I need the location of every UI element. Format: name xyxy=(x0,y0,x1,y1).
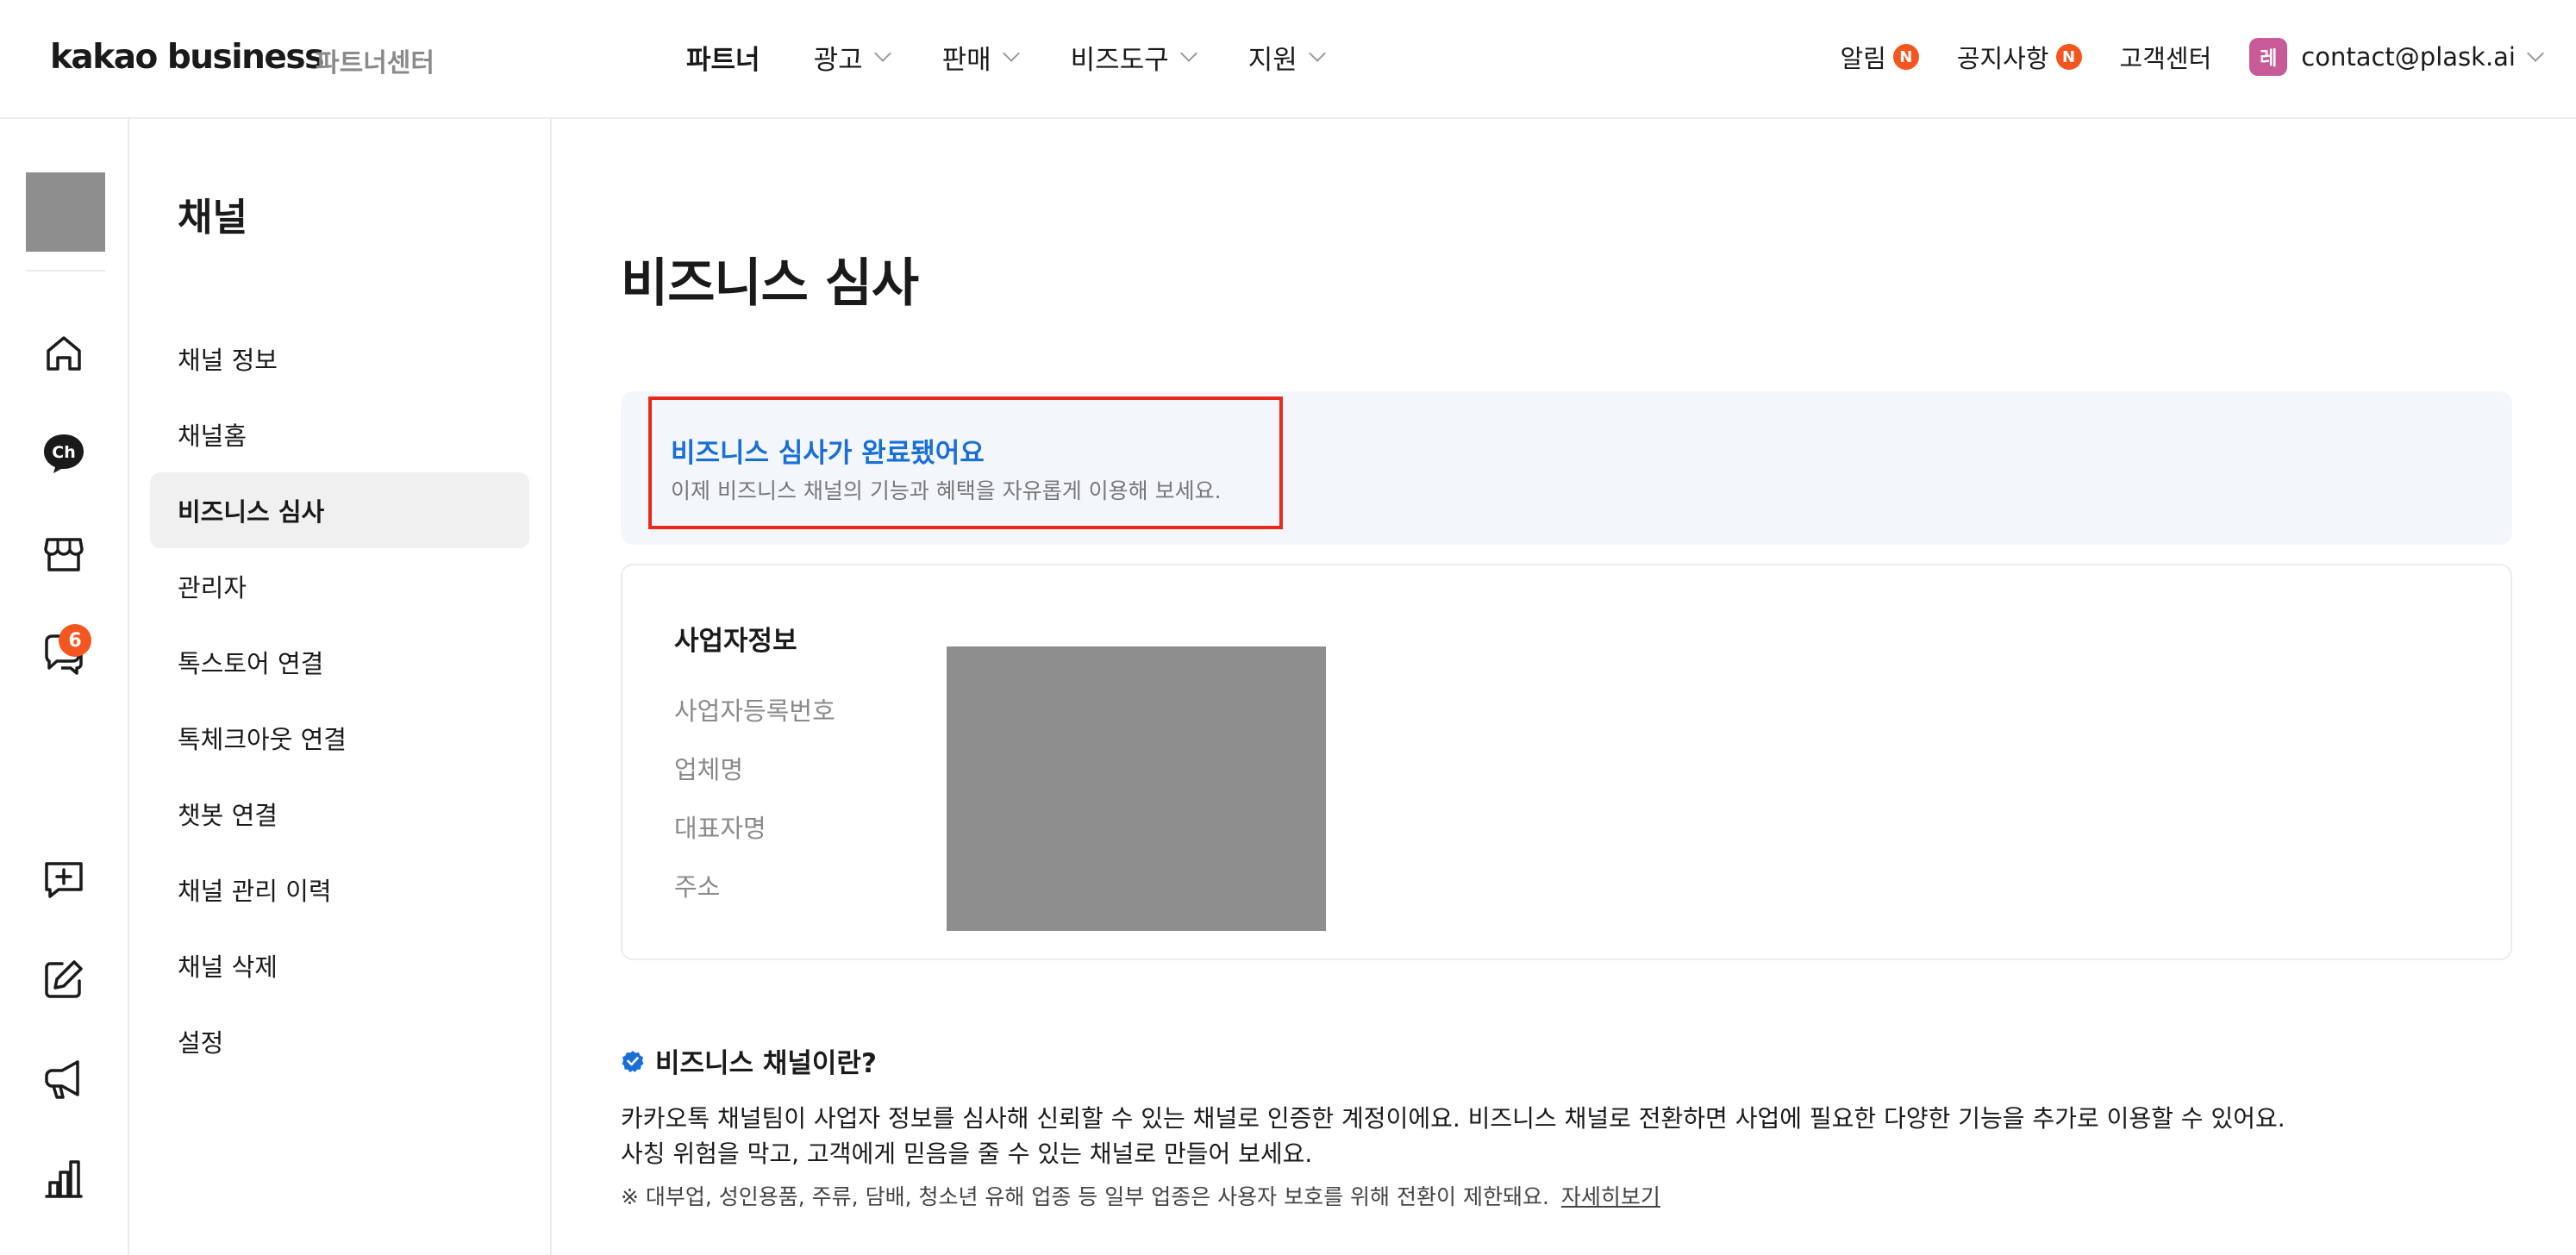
customer-center-link[interactable]: 고객센터 xyxy=(2120,39,2212,75)
nav-sales-label: 판매 xyxy=(941,44,991,76)
chevron-down-icon xyxy=(873,45,891,62)
submenu-item-chatbot-link[interactable]: 챗봇 연결 xyxy=(150,776,529,852)
account-menu[interactable]: 레 contact@plask.ai xyxy=(2249,38,2544,76)
label-representative: 대표자명 xyxy=(674,814,766,843)
nav-biz-tools-label: 비즈도구 xyxy=(1070,44,1169,76)
info-body: 카카오톡 채널팀이 사업자 정보를 심사해 신뢰할 수 있는 채널로 인증한 계… xyxy=(621,1101,2517,1171)
notices-link[interactable]: 공지사항 N xyxy=(1957,39,2082,75)
megaphone-icon[interactable] xyxy=(38,1053,90,1105)
business-info-card: 사업자정보 사업자등록번호 업체명 대표자명 주소 xyxy=(621,564,2512,960)
home-icon[interactable] xyxy=(38,328,90,379)
submenu-item-channel-home[interactable]: 채널홈 xyxy=(150,396,529,472)
page-title: 비즈니스 심사 xyxy=(621,253,919,314)
submenu-item-delete-channel[interactable]: 채널 삭제 xyxy=(150,927,529,1003)
alerts-label: 알림 xyxy=(1840,44,1886,73)
add-message-icon[interactable] xyxy=(38,853,90,905)
chevron-down-icon xyxy=(1308,45,1326,62)
submenu-item-talkstore-link[interactable]: 톡스토어 연결 xyxy=(150,624,529,700)
business-info-title: 사업자정보 xyxy=(674,626,797,657)
submenu-item-settings[interactable]: 설정 xyxy=(150,1003,529,1079)
top-header: kakao business 파트너센터 파트너 광고 판매 비즈도구 지원 알… xyxy=(0,0,2576,119)
edit-post-icon[interactable] xyxy=(38,953,90,1005)
submenu-item-business-review[interactable]: 비즈니스 심사 xyxy=(150,472,529,548)
channel-submenu: 채널 채널 정보 채널홈 비즈니스 심사 관리자 톡스토어 연결 톡체크아웃 연… xyxy=(129,119,552,1255)
submenu-list: 채널 정보 채널홈 비즈니스 심사 관리자 톡스토어 연결 톡체크아웃 연결 챗… xyxy=(150,321,529,1079)
channel-ch-icon[interactable]: Ch xyxy=(38,428,90,479)
rail-divider xyxy=(26,270,105,272)
partner-center-label[interactable]: 파트너센터 xyxy=(316,41,435,79)
submenu-title: 채널 xyxy=(178,196,247,240)
business-channel-info: 비즈니스 채널이란? 카카오톡 채널팀이 사업자 정보를 심사해 신뢰할 수 있… xyxy=(621,1041,2517,1211)
notice-description: 이제 비즈니스 채널의 기능과 혜택을 자유롭게 이용해 보세요. xyxy=(671,478,1222,503)
nav-partner-label: 파트너 xyxy=(686,44,760,76)
customer-center-label: 고객센터 xyxy=(2119,44,2212,73)
main-content: 비즈니스 심사 비즈니스 심사가 완료됐어요 이제 비즈니스 채널의 기능과 혜… xyxy=(552,119,2576,1255)
chevron-down-icon xyxy=(1002,45,1020,62)
svg-text:Ch: Ch xyxy=(52,443,75,462)
avatar: 레 xyxy=(2249,38,2288,76)
redacted-business-values xyxy=(947,646,1326,931)
header-utilities: 알림 N 공지사항 N 고객센터 레 contact@plask.ai xyxy=(1802,34,2544,79)
nav-partner[interactable]: 파트너 xyxy=(686,38,760,77)
main-nav: 파트너 광고 판매 비즈도구 지원 xyxy=(686,38,1377,76)
chat-count-badge: 6 xyxy=(59,624,91,657)
nav-sales[interactable]: 판매 xyxy=(941,38,1020,77)
info-line-2: 사칭 위험을 막고, 고객에게 믿음을 줄 수 있는 채널로 만들어 보세요. xyxy=(621,1139,1313,1168)
channel-profile-image[interactable] xyxy=(26,172,105,252)
info-note: ※ 대부업, 성인용품, 주류, 담배, 청소년 유해 업종 등 일부 업종은 … xyxy=(621,1180,2517,1211)
stats-chart-icon[interactable] xyxy=(38,1153,90,1205)
icon-rail: Ch 6 xyxy=(0,119,129,1255)
notice-title: 비즈니스 심사가 완료됐어요 xyxy=(671,438,985,469)
learn-more-link[interactable]: 자세히보기 xyxy=(1561,1184,1660,1209)
submenu-item-talkcheckout-link[interactable]: 톡체크아웃 연결 xyxy=(150,700,529,776)
new-badge: N xyxy=(2055,44,2082,70)
business-info-labels: 사업자등록번호 업체명 대표자명 주소 xyxy=(674,691,835,926)
chevron-down-icon xyxy=(1179,45,1197,62)
verified-check-icon xyxy=(622,1050,644,1072)
notices-label: 공지사항 xyxy=(1956,44,2049,73)
info-heading: 비즈니스 채널이란? xyxy=(621,1041,2517,1080)
new-badge: N xyxy=(1892,44,1919,70)
store-icon[interactable] xyxy=(38,528,90,579)
info-line-1: 카카오톡 채널팀이 사업자 정보를 심사해 신뢰할 수 있는 채널로 인증한 계… xyxy=(621,1104,2285,1133)
nav-ads-label: 광고 xyxy=(813,44,863,76)
nav-ads[interactable]: 광고 xyxy=(813,38,891,77)
submenu-item-channel-info[interactable]: 채널 정보 xyxy=(150,321,529,396)
kakao-business-logo[interactable]: kakao business xyxy=(50,38,324,77)
info-heading-text: 비즈니스 채널이란? xyxy=(655,1048,877,1079)
submenu-item-managers[interactable]: 관리자 xyxy=(150,548,529,624)
label-company-name: 업체명 xyxy=(674,755,744,784)
label-address: 주소 xyxy=(674,872,721,902)
alerts-link[interactable]: 알림 N xyxy=(1840,39,1919,75)
nav-support-label: 지원 xyxy=(1247,44,1297,76)
submenu-item-history[interactable]: 채널 관리 이력 xyxy=(150,852,529,927)
nav-support[interactable]: 지원 xyxy=(1247,38,1326,77)
nav-biz-tools[interactable]: 비즈도구 xyxy=(1070,38,1197,77)
account-email: contact@plask.ai xyxy=(2301,42,2516,72)
chevron-down-icon xyxy=(2527,45,2544,62)
review-complete-notice: 비즈니스 심사가 완료됐어요 이제 비즈니스 채널의 기능과 혜택을 자유롭게 … xyxy=(621,391,2512,545)
info-note-text: ※ 대부업, 성인용품, 주류, 담배, 청소년 유해 업종 등 일부 업종은 … xyxy=(621,1184,1549,1209)
label-registration-number: 사업자등록번호 xyxy=(674,696,835,726)
